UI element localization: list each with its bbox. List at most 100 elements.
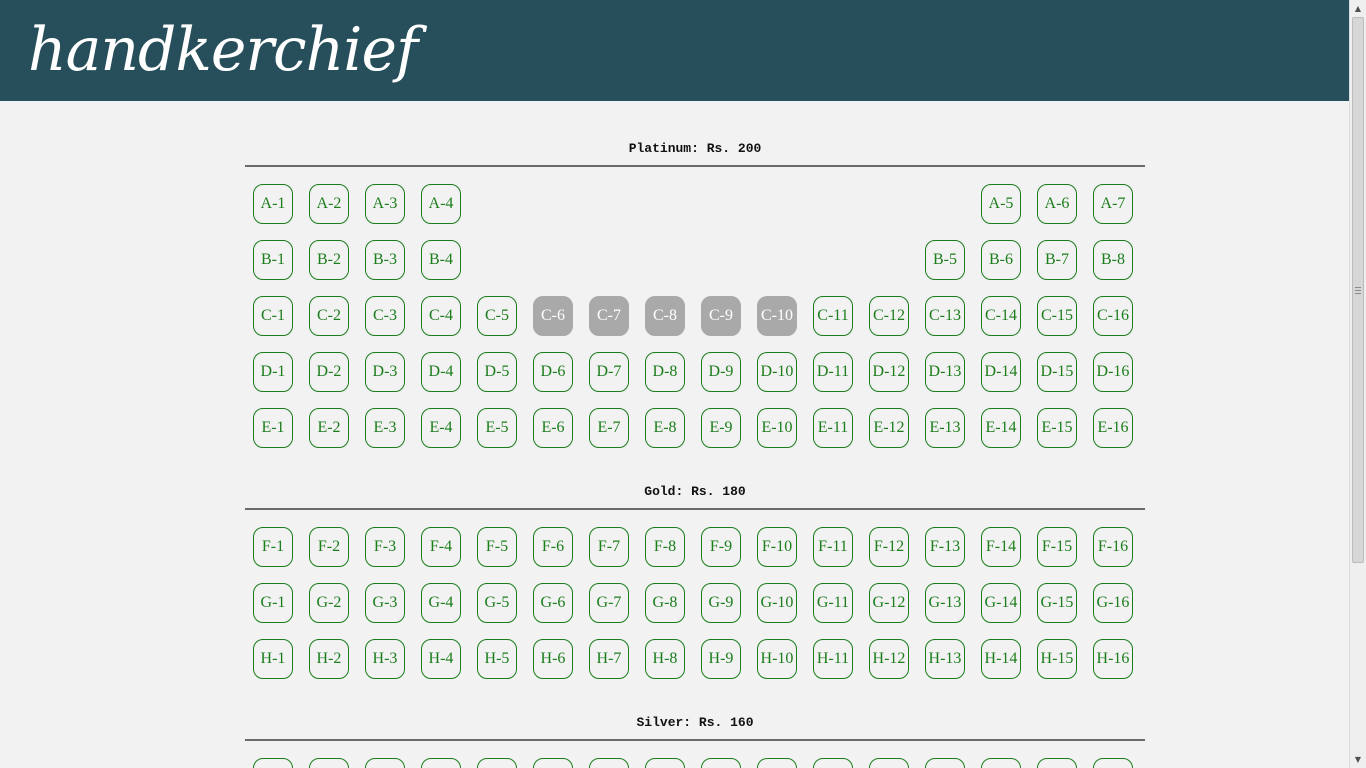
seat-button[interactable]: E-7	[589, 408, 629, 448]
seat-button[interactable]: F-12	[869, 527, 909, 567]
seat-button[interactable]: C-13	[925, 296, 965, 336]
seat-button[interactable]: A-3	[365, 184, 405, 224]
seat-button[interactable]: G-11	[813, 583, 853, 623]
seat-button[interactable]: F-11	[813, 527, 853, 567]
seat-button[interactable]: E-16	[1093, 408, 1133, 448]
seat-button[interactable]: I-8	[645, 758, 685, 768]
seat-button[interactable]: E-2	[309, 408, 349, 448]
vertical-scrollbar[interactable]: ▲ ▼	[1349, 0, 1366, 768]
seat-button[interactable]: I-3	[365, 758, 405, 768]
seat-button[interactable]: H-7	[589, 639, 629, 679]
seat-button[interactable]: H-16	[1093, 639, 1133, 679]
seat-button[interactable]: F-5	[477, 527, 517, 567]
seat-button[interactable]: I-5	[477, 758, 517, 768]
seat-button[interactable]: D-11	[813, 352, 853, 392]
seat-button[interactable]: D-9	[701, 352, 741, 392]
seat-button[interactable]: E-9	[701, 408, 741, 448]
seat-button[interactable]: E-11	[813, 408, 853, 448]
seat-button[interactable]: G-6	[533, 583, 573, 623]
seat-button[interactable]: D-14	[981, 352, 1021, 392]
seat-button[interactable]: F-14	[981, 527, 1021, 567]
seat-button[interactable]: B-6	[981, 240, 1021, 280]
seat-button[interactable]: F-16	[1093, 527, 1133, 567]
seat-button[interactable]: C-4	[421, 296, 461, 336]
seat-button[interactable]: D-1	[253, 352, 293, 392]
seat-button[interactable]: F-8	[645, 527, 685, 567]
seat-button[interactable]: H-3	[365, 639, 405, 679]
seat-button[interactable]: G-1	[253, 583, 293, 623]
seat-button[interactable]: H-13	[925, 639, 965, 679]
seat-button[interactable]: D-12	[869, 352, 909, 392]
seat-button[interactable]: A-4	[421, 184, 461, 224]
seat-button[interactable]: D-3	[365, 352, 405, 392]
seat-button[interactable]: F-9	[701, 527, 741, 567]
seat-button[interactable]: H-8	[645, 639, 685, 679]
seat-button[interactable]: G-10	[757, 583, 797, 623]
seat-button[interactable]: B-7	[1037, 240, 1077, 280]
seat-button[interactable]: H-14	[981, 639, 1021, 679]
seat-button[interactable]: G-7	[589, 583, 629, 623]
seat-button[interactable]: I-7	[589, 758, 629, 768]
seat-button[interactable]: F-3	[365, 527, 405, 567]
seat-button[interactable]: F-2	[309, 527, 349, 567]
seat-button[interactable]: B-3	[365, 240, 405, 280]
seat-button[interactable]: I-15	[1037, 758, 1077, 768]
seat-button[interactable]: D-13	[925, 352, 965, 392]
seat-button[interactable]: E-1	[253, 408, 293, 448]
seat-button[interactable]: D-16	[1093, 352, 1133, 392]
seat-button[interactable]: H-6	[533, 639, 573, 679]
seat-button[interactable]: I-13	[925, 758, 965, 768]
seat-button[interactable]: F-1	[253, 527, 293, 567]
scroll-up-arrow-icon[interactable]: ▲	[1350, 0, 1366, 17]
seat-button[interactable]: C-3	[365, 296, 405, 336]
site-logo[interactable]: handkerchief	[28, 10, 418, 90]
seat-button[interactable]: E-3	[365, 408, 405, 448]
seat-button[interactable]: F-13	[925, 527, 965, 567]
seat-button[interactable]: C-15	[1037, 296, 1077, 336]
seat-button[interactable]: H-11	[813, 639, 853, 679]
seat-button[interactable]: C-11	[813, 296, 853, 336]
seat-button[interactable]: E-10	[757, 408, 797, 448]
seat-button[interactable]: F-4	[421, 527, 461, 567]
seat-button[interactable]: G-14	[981, 583, 1021, 623]
seat-button[interactable]: D-10	[757, 352, 797, 392]
seat-button[interactable]: E-6	[533, 408, 573, 448]
seat-button[interactable]: D-7	[589, 352, 629, 392]
seat-button[interactable]: H-4	[421, 639, 461, 679]
seat-button[interactable]: G-9	[701, 583, 741, 623]
seat-button[interactable]: I-6	[533, 758, 573, 768]
seat-button[interactable]: B-2	[309, 240, 349, 280]
seat-button[interactable]: C-1	[253, 296, 293, 336]
seat-button[interactable]: I-2	[309, 758, 349, 768]
seat-button[interactable]: G-5	[477, 583, 517, 623]
seat-button[interactable]: C-16	[1093, 296, 1133, 336]
seat-button[interactable]: D-5	[477, 352, 517, 392]
seat-button[interactable]: E-8	[645, 408, 685, 448]
seat-button[interactable]: G-3	[365, 583, 405, 623]
seat-button[interactable]: B-8	[1093, 240, 1133, 280]
scroll-down-arrow-icon[interactable]: ▼	[1350, 751, 1366, 768]
seat-button[interactable]: H-5	[477, 639, 517, 679]
seat-button[interactable]: F-6	[533, 527, 573, 567]
seat-button[interactable]: I-9	[701, 758, 741, 768]
seat-button[interactable]: E-5	[477, 408, 517, 448]
seat-button[interactable]: E-12	[869, 408, 909, 448]
seat-button[interactable]: H-2	[309, 639, 349, 679]
seat-button[interactable]: D-4	[421, 352, 461, 392]
seat-button[interactable]: E-14	[981, 408, 1021, 448]
seat-button[interactable]: G-15	[1037, 583, 1077, 623]
seat-button[interactable]: D-8	[645, 352, 685, 392]
seat-button[interactable]: C-2	[309, 296, 349, 336]
scrollbar-thumb[interactable]	[1352, 17, 1364, 563]
seat-button[interactable]: A-1	[253, 184, 293, 224]
seat-button[interactable]: G-2	[309, 583, 349, 623]
seat-button[interactable]: C-5	[477, 296, 517, 336]
seat-button[interactable]: I-10	[757, 758, 797, 768]
seat-button[interactable]: A-2	[309, 184, 349, 224]
seat-button[interactable]: I-4	[421, 758, 461, 768]
seat-button[interactable]: D-15	[1037, 352, 1077, 392]
seat-button[interactable]: E-15	[1037, 408, 1077, 448]
seat-button[interactable]: I-14	[981, 758, 1021, 768]
seat-button[interactable]: A-7	[1093, 184, 1133, 224]
seat-button[interactable]: E-4	[421, 408, 461, 448]
